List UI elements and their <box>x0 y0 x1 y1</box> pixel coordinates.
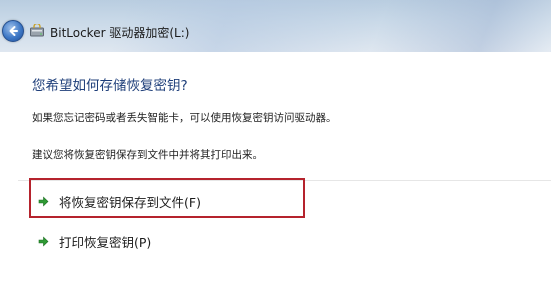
title-bar: BitLocker 驱动器加密(L:) <box>0 0 551 52</box>
green-arrow-icon <box>38 236 49 247</box>
bitlocker-drive-icon <box>30 24 44 37</box>
back-arrow-icon <box>9 26 18 36</box>
page-title: 您希望如何存储恢复密钥? <box>32 78 188 94</box>
save-to-file-option[interactable]: 将恢复密钥保存到文件(F) <box>38 192 201 211</box>
glass-reflection <box>367 0 551 52</box>
back-button[interactable] <box>2 20 24 42</box>
print-key-label: 打印恢复密钥(P) <box>59 235 152 250</box>
print-key-option[interactable]: 打印恢复密钥(P) <box>38 232 151 251</box>
recommendation-text: 建议您将恢复密钥保存到文件中并将其打印出来。 <box>32 149 263 161</box>
description-text: 如果您忘记密码或者丢失智能卡，可以使用恢复密钥访问驱动器。 <box>32 112 337 124</box>
dialog-content: 您希望如何存储恢复密钥? 如果您忘记密码或者丢失智能卡，可以使用恢复密钥访问驱动… <box>0 52 551 305</box>
save-to-file-label: 将恢复密钥保存到文件(F) <box>59 195 201 210</box>
green-arrow-icon <box>38 196 49 207</box>
window-title: BitLocker 驱动器加密(L:) <box>50 26 190 40</box>
